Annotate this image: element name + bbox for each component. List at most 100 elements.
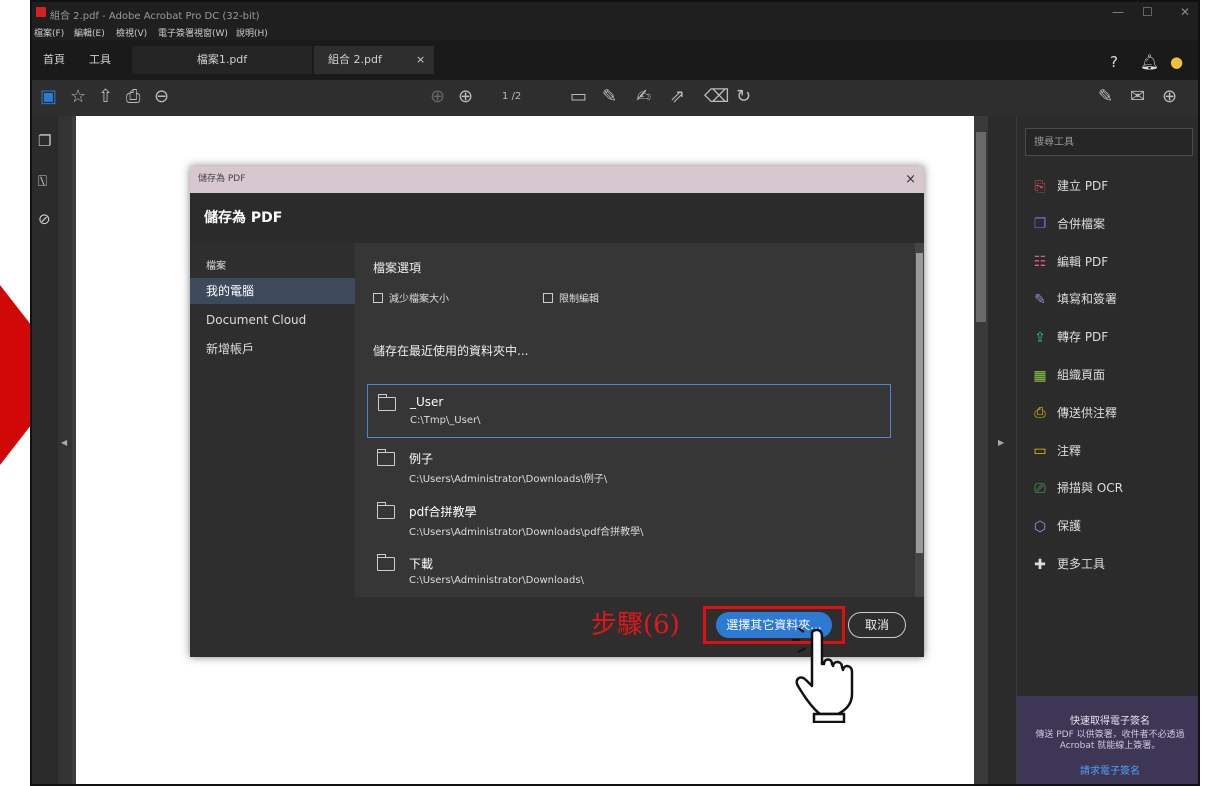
folder-icon (377, 502, 395, 519)
tool-label: 掃描與 OCR (1057, 481, 1123, 496)
tool-item[interactable]: ▭ 注釋 (1031, 439, 1081, 463)
page-down-icon[interactable]: ⊕ (458, 88, 473, 106)
tools-pane: 搜尋工具 ⎘ 建立 PDF ❐ 合併檔案 ☷ 編輯 PDF ✎ 填寫和簽署 ⇪ 轉存 PDF ▦ 組織… (1016, 116, 1198, 784)
tool-item[interactable]: ⎙ 傳送供注釋 (1031, 401, 1117, 425)
dialog-scrollbar[interactable] (915, 243, 924, 597)
search-tools-input[interactable]: 搜尋工具 (1025, 128, 1193, 156)
restrict-edit-checkbox[interactable]: 限制編輯 (543, 290, 599, 305)
tool-item[interactable]: ⎘ 建立 PDF (1031, 174, 1108, 198)
rotate-icon[interactable]: ↻ (736, 88, 751, 106)
bookmarks-icon[interactable]: ⍂ (38, 172, 47, 190)
dialog-titlebar: 儲存為 PDF × (190, 166, 924, 193)
reduce-size-checkbox[interactable]: 減少檔案大小 (373, 290, 449, 305)
minimize-button[interactable]: — (1112, 5, 1124, 19)
pointing-hand-icon (792, 628, 854, 723)
trash-icon[interactable]: ⌫ (704, 88, 729, 106)
page-current[interactable]: 1 (502, 91, 508, 102)
menu-file[interactable]: 檔案(F) (34, 26, 64, 39)
save-options-panel: 檔案選項 減少檔案大小 限制編輯 儲存在最近使用的資料夾中... _User C… (355, 243, 915, 597)
tab-doc2[interactable]: 組合 2.pdf × (314, 46, 434, 74)
tool-label: 合併檔案 (1057, 216, 1106, 231)
menu-help[interactable]: 說明(H) (236, 26, 268, 39)
tool-item[interactable]: ✚ 更多工具 (1031, 552, 1105, 576)
expand-right-icon[interactable]: ▶ (998, 438, 1004, 447)
dialog-scrollbar-thumb[interactable] (916, 253, 923, 553)
left-navigation-rail: ❐ ⍂ ⊘ (32, 116, 58, 784)
tool-item[interactable]: ▦ 組織頁面 (1031, 363, 1105, 387)
menu-window[interactable]: 視窗(W) (194, 26, 228, 39)
checkbox-box[interactable] (373, 293, 383, 303)
right-pane-toggle[interactable]: ▶ (988, 116, 1016, 784)
fill-sign-icon: ✎ (1034, 291, 1046, 308)
add-user-icon[interactable]: ⊕ (1162, 88, 1177, 106)
comment-icon: ▭ (1033, 443, 1047, 460)
sign-icon[interactable]: ✍ (636, 88, 651, 106)
maximize-button[interactable]: ☐ (1142, 5, 1153, 19)
export-pdf-icon: ⇪ (1034, 329, 1046, 346)
scrollbar-thumb[interactable] (976, 132, 986, 322)
tool-item[interactable]: ⇪ 轉存 PDF (1031, 325, 1108, 349)
page-indicator[interactable]: 1 /2 (502, 91, 521, 102)
menu-bar: 檔案(F) 編輯(E) 檢視(V) 電子簽署 視窗(W) 說明(H) (32, 24, 1198, 40)
location-document-cloud[interactable]: Document Cloud (206, 313, 306, 327)
upload-icon[interactable]: ⇧ (98, 88, 113, 106)
request-esign-link[interactable]: 請求電子簽名 (1017, 762, 1198, 777)
menu-esign[interactable]: 電子簽署 (158, 26, 194, 39)
tab-home[interactable]: 首頁 (38, 46, 70, 74)
save-as-pdf-dialog: 儲存為 PDF × 儲存為 PDF 檔案 我的電腦 Document Cloud… (190, 166, 924, 657)
left-pane-collapse[interactable]: ◀ (58, 116, 72, 784)
close-button[interactable]: ✕ (1180, 5, 1190, 19)
save-icon[interactable]: ▣ (40, 88, 57, 106)
folder-name: pdf合拼教學 (409, 505, 477, 519)
location-my-computer[interactable]: 我的電腦 (190, 278, 355, 304)
account-icon[interactable]: ● (1170, 53, 1183, 71)
dialog-close-icon[interactable]: × (905, 166, 916, 193)
file-options-title: 檔案選項 (373, 261, 422, 275)
tool-label: 組織頁面 (1057, 368, 1106, 382)
folder-item[interactable]: pdf合拼教學 C:\Users\Administrator\Downloads… (367, 493, 891, 547)
menu-view[interactable]: 檢視(V) (116, 26, 147, 39)
folder-icon (377, 449, 395, 466)
folder-name: 下載 (409, 557, 434, 571)
dialog-heading: 儲存為 PDF (204, 210, 283, 226)
tab-close-icon[interactable]: × (416, 46, 425, 74)
location-add-account[interactable]: 新增帳戶 (206, 340, 254, 357)
tab-bar: 首頁 工具 檔案1.pdf 組合 2.pdf × ? 🔔︎ ● (32, 40, 1198, 80)
bell-icon[interactable]: 🔔︎ (1140, 53, 1159, 71)
fill-sign-icon[interactable]: ✎ (1098, 88, 1113, 106)
share-icon[interactable]: ⇗ (670, 88, 685, 106)
tab-doc2-label: 組合 2.pdf (328, 53, 382, 66)
highlight-pen-icon[interactable]: ✎ (602, 88, 617, 106)
tool-item[interactable]: ✎ 填寫和簽署 (1031, 287, 1117, 311)
print-icon[interactable]: ⎙ (126, 88, 140, 106)
folder-item[interactable]: 下載 C:\Users\Administrator\Downloads\ (367, 545, 891, 599)
bookmark-star-icon[interactable]: ☆ (70, 88, 86, 106)
tab-doc1[interactable]: 檔案1.pdf (132, 46, 312, 74)
zoom-out-icon[interactable]: ⊖ (154, 88, 169, 106)
folder-path: C:\Tmp\_User\ (410, 415, 481, 426)
menu-edit[interactable]: 編輯(E) (74, 26, 105, 39)
attachment-icon[interactable]: ⊘ (38, 210, 51, 228)
recent-folders-label: 儲存在最近使用的資料夾中... (373, 344, 529, 358)
tool-item[interactable]: ❐ 合併檔案 (1031, 212, 1105, 236)
checkbox-box[interactable] (543, 293, 553, 303)
comment-tool-icon[interactable]: ▭ (570, 88, 587, 106)
folder-item[interactable]: 例子 C:\Users\Administrator\Downloads\例子\ (367, 440, 891, 494)
promo-title: 快速取得電子簽名 (1070, 716, 1150, 727)
vertical-scrollbar[interactable] (974, 116, 988, 784)
esign-promo: 快速取得電子簽名 傳送 PDF 以供簽署，收件者不必透過 Acrobat 就能線… (1017, 696, 1198, 784)
tool-item[interactable]: ⎚ 掃描與 OCR (1031, 476, 1123, 500)
tool-label: 更多工具 (1057, 557, 1106, 571)
page-thumbnails-icon[interactable]: ❐ (38, 132, 51, 150)
combine-files-icon: ❐ (1033, 216, 1047, 233)
mail-icon[interactable]: ✉ (1130, 88, 1145, 106)
tool-item[interactable]: ☷ 編輯 PDF (1031, 250, 1108, 274)
folder-icon (378, 394, 396, 411)
folder-item[interactable]: _User C:\Tmp\_User\ (367, 384, 891, 438)
expand-left-icon[interactable]: ◀ (61, 438, 67, 447)
tool-item[interactable]: ⬡ 保護 (1031, 514, 1081, 538)
page-up-icon[interactable]: ⊕ (430, 88, 445, 106)
help-icon[interactable]: ? (1110, 53, 1118, 71)
acrobat-logo-icon (36, 7, 46, 17)
tab-tools[interactable]: 工具 (82, 46, 118, 74)
